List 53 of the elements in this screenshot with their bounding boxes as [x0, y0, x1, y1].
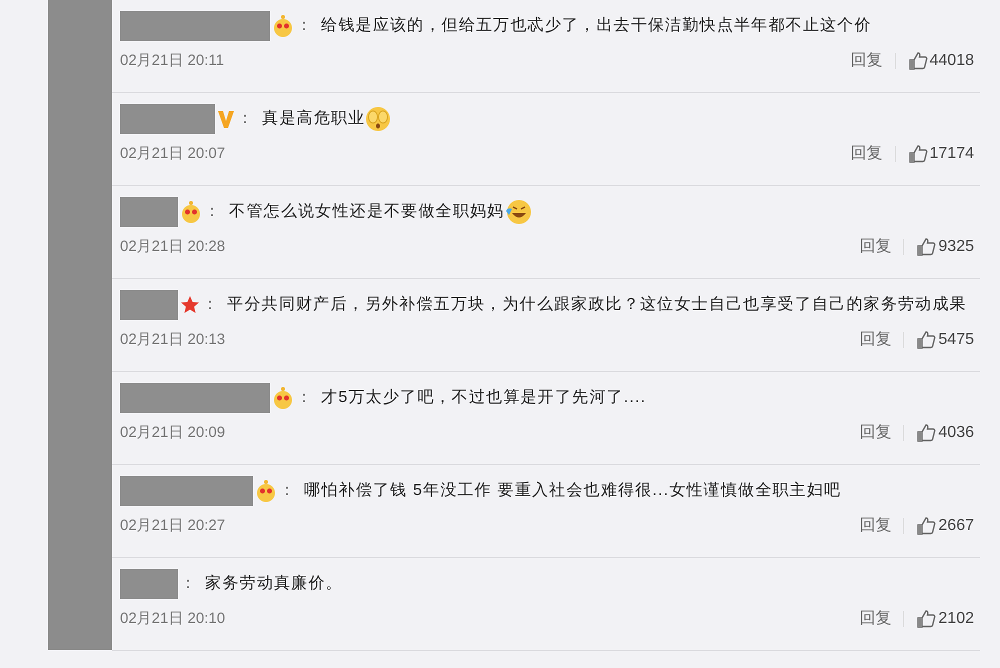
like-count: 2667 — [938, 516, 974, 536]
like-count: 44018 — [930, 51, 974, 71]
comment-date: 02月21日 20:11 — [120, 50, 224, 71]
colon: ： — [204, 203, 222, 220]
thumbs-up-icon[interactable] — [916, 516, 936, 536]
comment-text: 哪怕补偿了钱 5年没工作 要重入社会也难得很...女性谨慎做全职主妇吧 — [304, 482, 842, 499]
like-count: 2102 — [938, 609, 974, 629]
redacted-username — [120, 196, 178, 227]
reply-link[interactable]: 回复 — [859, 421, 892, 445]
comment-text: 家务劳动真廉价。 — [205, 575, 343, 592]
thumbs-up-icon[interactable] — [916, 237, 936, 257]
crown-badge-icon — [180, 200, 202, 224]
thumbs-up-icon[interactable] — [916, 609, 936, 629]
comment-date: 02月21日 20:28 — [120, 236, 226, 257]
crown-badge-icon — [272, 386, 294, 410]
reply-link[interactable]: 回复 — [859, 328, 892, 352]
colon: ： — [180, 575, 198, 592]
reply-link[interactable]: 回复 — [859, 607, 892, 631]
comment-text: 平分共同财产后，另外补偿五万块，为什么跟家政比？这位女士自己也享受了自己的家务劳动成果 — [227, 296, 967, 313]
reply-link[interactable]: 回复 — [859, 514, 892, 538]
comment-date: 02月21日 20:09 — [120, 422, 226, 443]
like-count: 5475 — [938, 330, 974, 350]
reply-link[interactable]: 回复 — [850, 49, 882, 73]
colon: ： — [296, 17, 314, 34]
colon: ： — [202, 296, 220, 313]
star-badge-icon — [180, 294, 200, 315]
comment-date: 02月21日 20:10 — [120, 608, 226, 629]
comment-text: 不管怎么说女性还是不要做全职妈妈 — [229, 203, 504, 220]
like-count: 4036 — [938, 423, 974, 443]
crown-badge-icon — [272, 14, 294, 38]
emoji-icon — [365, 106, 392, 132]
like-count: 9325 — [938, 237, 974, 257]
comment-text: 真是高危职业 — [262, 110, 366, 127]
thumbs-up-icon[interactable] — [908, 51, 928, 71]
like-count: 17174 — [930, 144, 974, 164]
comment-text: 给钱是应该的，但给五万也忒少了，出去干保洁勤快点半年都不止这个价 — [321, 17, 872, 34]
reply-link[interactable]: 回复 — [859, 235, 892, 259]
comment-date: 02月21日 20:07 — [120, 144, 226, 164]
colon: ： — [237, 110, 254, 127]
v-badge-icon — [217, 108, 235, 129]
emoji-icon — [504, 198, 532, 225]
redacted-username — [120, 568, 178, 599]
crown-badge-icon — [255, 478, 277, 503]
comment-date: 02月21日 20:27 — [120, 516, 226, 536]
thumbs-up-icon[interactable] — [916, 330, 936, 350]
thumbs-up-icon[interactable] — [916, 423, 936, 443]
reply-link[interactable]: 回复 — [850, 142, 882, 166]
thumbs-up-icon[interactable] — [908, 144, 928, 164]
redacted-username — [120, 290, 178, 320]
colon: ： — [279, 482, 296, 499]
colon: ： — [296, 389, 314, 406]
comment-date: 02月21日 20:13 — [120, 330, 226, 350]
comment-text: 才5万太少了吧，不过也算是开了先河了.... — [321, 389, 646, 406]
